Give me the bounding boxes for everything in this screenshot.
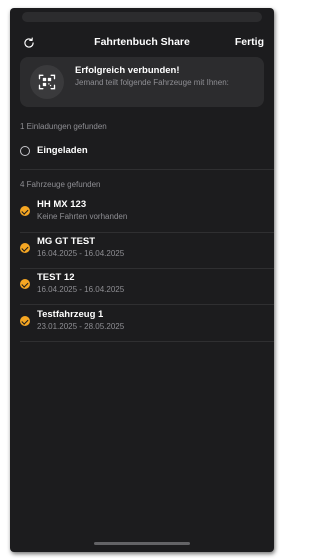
divider — [20, 304, 274, 305]
vehicle-row[interactable]: TEST 12 16.04.2025 - 16.04.2025 — [20, 272, 274, 302]
navigation-bar: Fahrtenbuch Share Fertig — [10, 26, 274, 60]
banner-title: Erfolgreich verbunden! — [75, 65, 180, 76]
vehicles-header: 4 Fahrzeuge gefunden — [20, 180, 101, 189]
invitations-header: 1 Einladungen gefunden — [20, 122, 107, 131]
vehicle-subtitle: 16.04.2025 - 16.04.2025 — [37, 249, 125, 258]
invitation-row[interactable]: Eingeladen — [20, 142, 274, 168]
home-indicator — [94, 542, 190, 545]
divider — [20, 232, 274, 233]
divider — [20, 169, 274, 170]
vehicle-subtitle: 16.04.2025 - 16.04.2025 — [37, 285, 125, 294]
done-button[interactable]: Fertig — [235, 36, 264, 48]
banner-subtitle: Jemand teilt folgende Fahrzeuge mit Ihne… — [75, 78, 229, 87]
vehicle-title: Testfahrzeug 1 — [37, 309, 104, 320]
vehicle-row[interactable]: HH MX 123 Keine Fahrten vorhanden — [20, 199, 274, 229]
checkmark-circle-icon[interactable] — [20, 279, 30, 289]
vehicle-subtitle: 23.01.2025 - 28.05.2025 — [37, 322, 125, 331]
vehicle-subtitle: Keine Fahrten vorhanden — [37, 212, 128, 221]
divider — [20, 341, 274, 342]
qr-scan-icon — [38, 74, 56, 90]
checkmark-circle-icon[interactable] — [20, 243, 30, 253]
unchecked-circle-icon[interactable] — [20, 146, 30, 156]
sheet-top-bar — [22, 12, 262, 22]
vehicle-row[interactable]: MG GT TEST 16.04.2025 - 16.04.2025 — [20, 236, 274, 266]
vehicle-title: TEST 12 — [37, 272, 75, 283]
banner-icon-circle — [30, 65, 64, 99]
vehicle-title: HH MX 123 — [37, 199, 87, 210]
invitation-title: Eingeladen — [37, 145, 88, 156]
success-banner: Erfolgreich verbunden! Jemand teilt folg… — [20, 57, 264, 107]
vehicle-row[interactable]: Testfahrzeug 1 23.01.2025 - 28.05.2025 — [20, 309, 274, 339]
phone-screen: Fahrtenbuch Share Fertig Erfolgreich ver… — [10, 8, 274, 552]
vehicle-title: MG GT TEST — [37, 236, 96, 247]
checkmark-circle-icon[interactable] — [20, 316, 30, 326]
checkmark-circle-icon[interactable] — [20, 206, 30, 216]
divider — [20, 268, 274, 269]
